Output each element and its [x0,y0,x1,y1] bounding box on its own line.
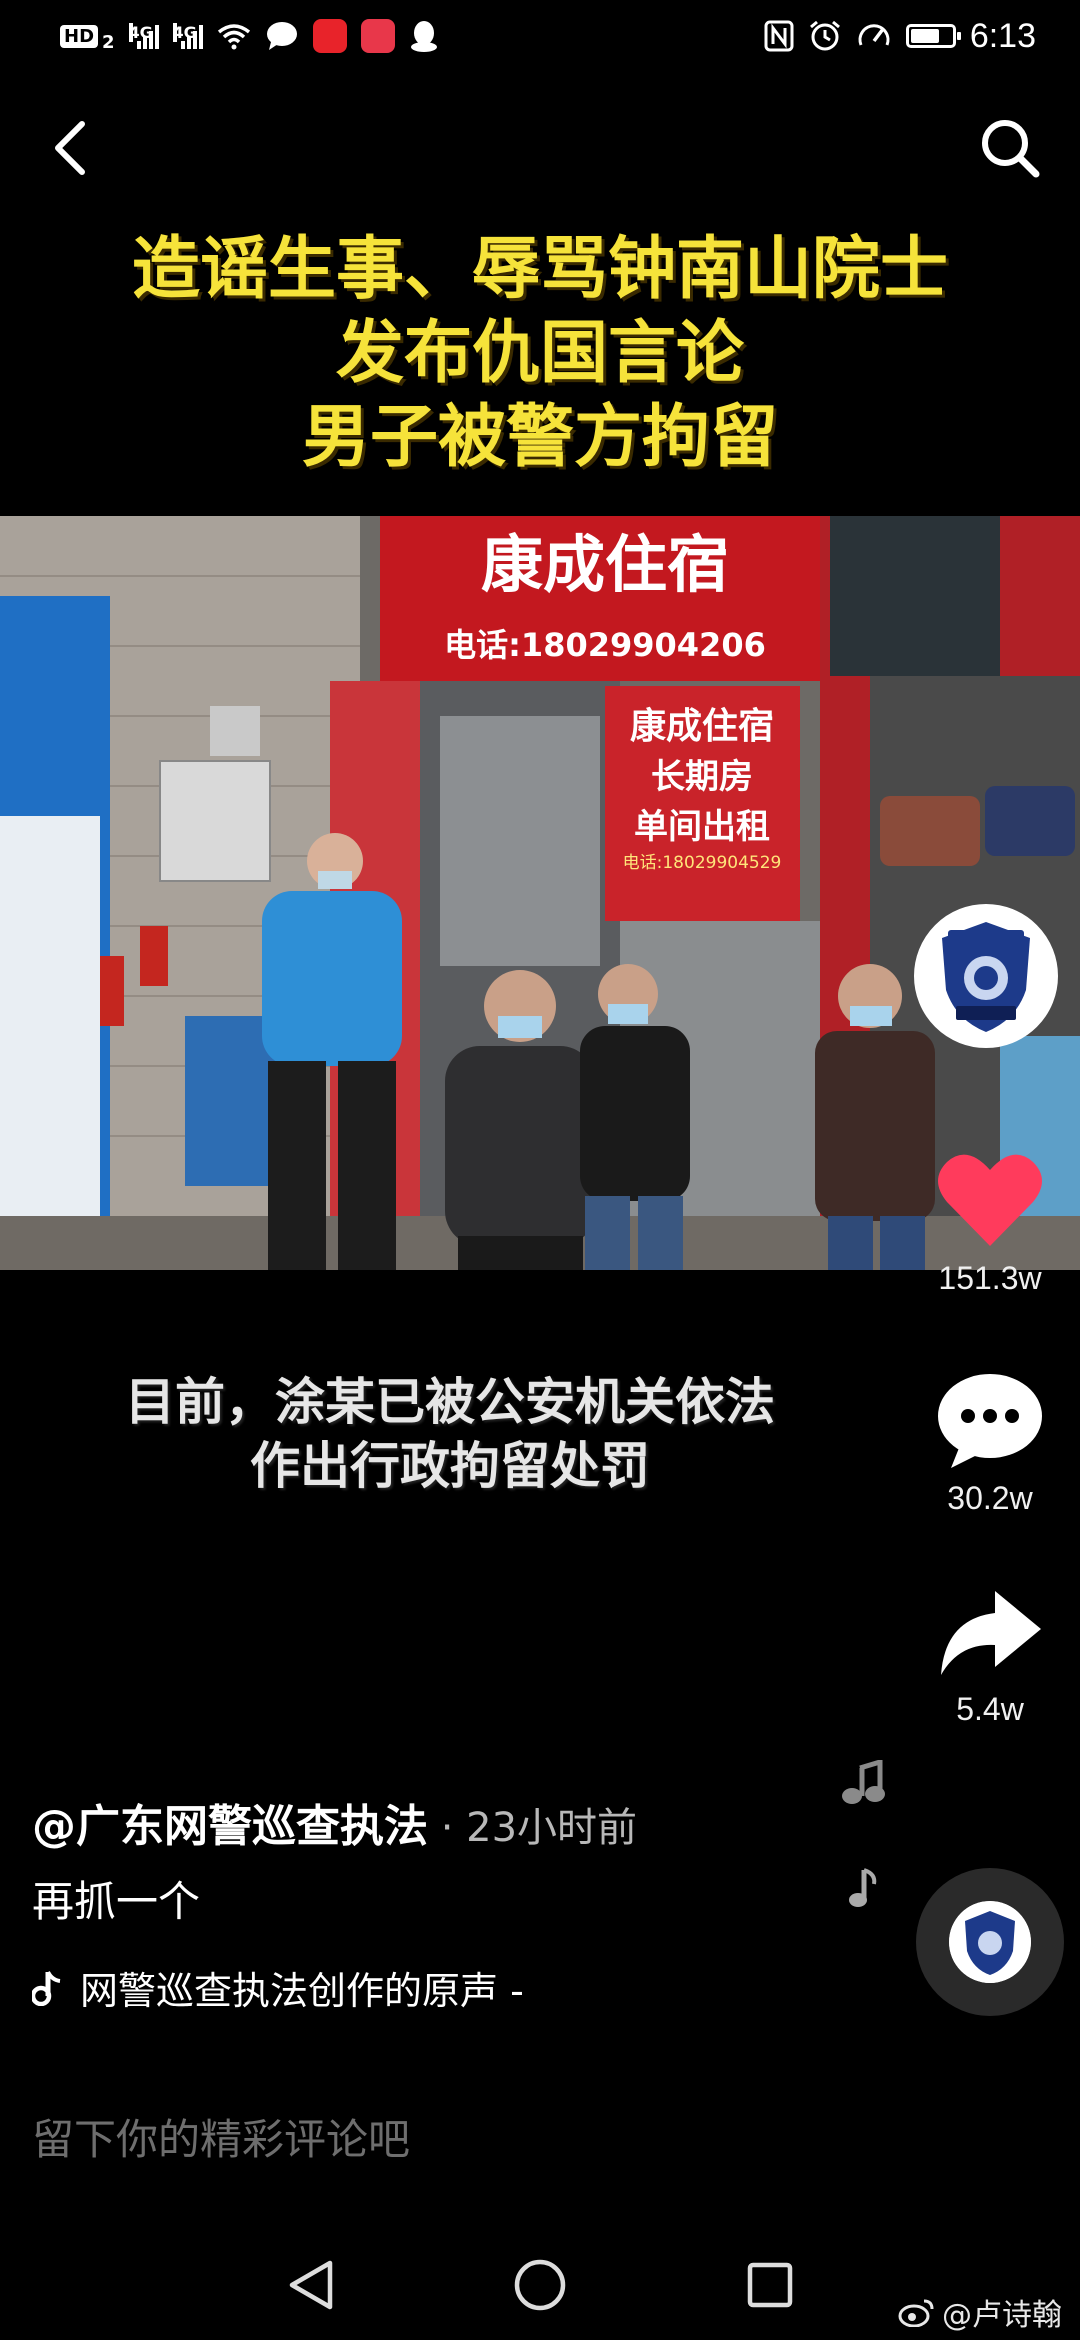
wifi-icon [217,24,250,50]
air-conditioner [159,760,271,882]
music-info[interactable]: 网警巡查执法创作的原声 - [32,1960,524,2015]
wall-box [210,706,260,756]
post-time: · 23小时前 [428,1805,638,1851]
like-action[interactable]: 151.3w [920,1150,1060,1297]
main-sign-phone: 电话:18029904206 [444,626,766,664]
video-title-line: 发布仇国言论 [335,314,744,393]
post-caption: 再抓一个 [32,1877,201,1926]
music-title: 网警巡查执法创作的原声 - [80,1969,524,2013]
search-button[interactable] [970,108,1050,188]
like-count: 151.3w [938,1260,1042,1296]
weibo-icon [898,2299,934,2327]
square-recents-icon [747,2262,793,2308]
douyin-note-icon [32,1970,61,2006]
nav-home-button[interactable] [500,2250,580,2320]
message-icon [266,22,297,50]
subtitle-line: 作出行政拘留处罚 [250,1437,650,1495]
police-badge-icon [949,1901,1031,1983]
music-disc[interactable] [916,1868,1064,2016]
video-title-line: 造谣生事、辱骂钟南山院士 [131,230,948,309]
svg-text:康成住宿: 康成住宿 [630,705,774,747]
status-left: HD 2 4G 4G [60,19,439,53]
svg-text:单间出租: 单间出租 [634,807,770,847]
status-right: 6:13 [764,17,1036,56]
qq-icon [410,21,437,52]
nav-recents-button[interactable] [730,2250,810,2320]
watermark-text: @卢诗翰 [942,2298,1062,2333]
battery-icon [905,24,961,48]
bag [880,796,980,866]
bag [985,786,1075,856]
comment-action[interactable]: 30.2w [920,1370,1060,1517]
author-line: @广东网警巡查执法 · 23小时前 [32,1790,637,1854]
chevron-left-icon [55,121,85,175]
right-poster [830,516,1000,676]
video-subtitle: 目前，涂某已被公安机关依法 作出行政拘留处罚 [30,1370,870,1498]
svg-text:电话:18029904529: 电话:18029904529 [623,853,782,873]
app-badge-icon [360,19,395,53]
svg-text:长期房: 长期房 [651,757,753,797]
signal-icon: 4G [128,23,159,49]
music-notes-decoration [820,1758,920,1960]
police-badge-icon [918,908,1054,1044]
triangle-back-icon [289,2260,333,2310]
weibo-watermark: @卢诗翰 [898,2290,1062,2334]
nfc-icon [764,20,794,52]
video-title-line: 男子被警方拘留 [301,398,778,477]
sim-slot: 2 [102,31,115,53]
circle-home-icon [514,2259,566,2311]
shop-poster [0,816,100,1236]
video-title: 造谣生事、辱骂钟南山院士 发布仇国言论 男子被警方拘留 [0,228,1080,480]
app-badge-icon [312,19,347,53]
speed-icon [858,24,890,46]
hd-badge: HD [60,24,99,48]
search-icon [982,120,1040,178]
signal-icon: 4G [172,23,203,49]
alarm-icon [809,20,840,51]
share-action[interactable]: 5.4w [920,1585,1060,1728]
status-bar: HD 2 4G 4G 6:13 [0,0,1080,72]
main-sign-text: 康成住宿 [481,528,729,601]
share-count: 5.4w [956,1691,1024,1727]
clock: 6:13 [969,16,1036,55]
music-note-icon [842,1758,885,1907]
disc-avatar [949,1901,1031,1983]
heart-icon [938,1154,1042,1246]
author-name[interactable]: @广东网警巡查执法 [32,1801,428,1852]
comment-input[interactable]: 留下你的精彩评论吧 [32,2110,892,2170]
video-frame[interactable]: 康成住宿 电话:18029904206 康成住宿 长期房 单间出租 电话:180… [0,516,1080,1270]
author-avatar[interactable] [914,904,1058,1048]
share-arrow-icon [941,1591,1041,1675]
comment-bubble-icon [938,1374,1042,1468]
video-scene: 康成住宿 电话:18029904206 康成住宿 长期房 单间出租 电话:180… [0,516,1080,1270]
subtitle-line: 目前，涂某已被公安机关依法 [125,1373,775,1431]
back-button[interactable] [30,108,110,188]
comment-count: 30.2w [947,1480,1033,1516]
nav-back-button[interactable] [270,2250,350,2320]
